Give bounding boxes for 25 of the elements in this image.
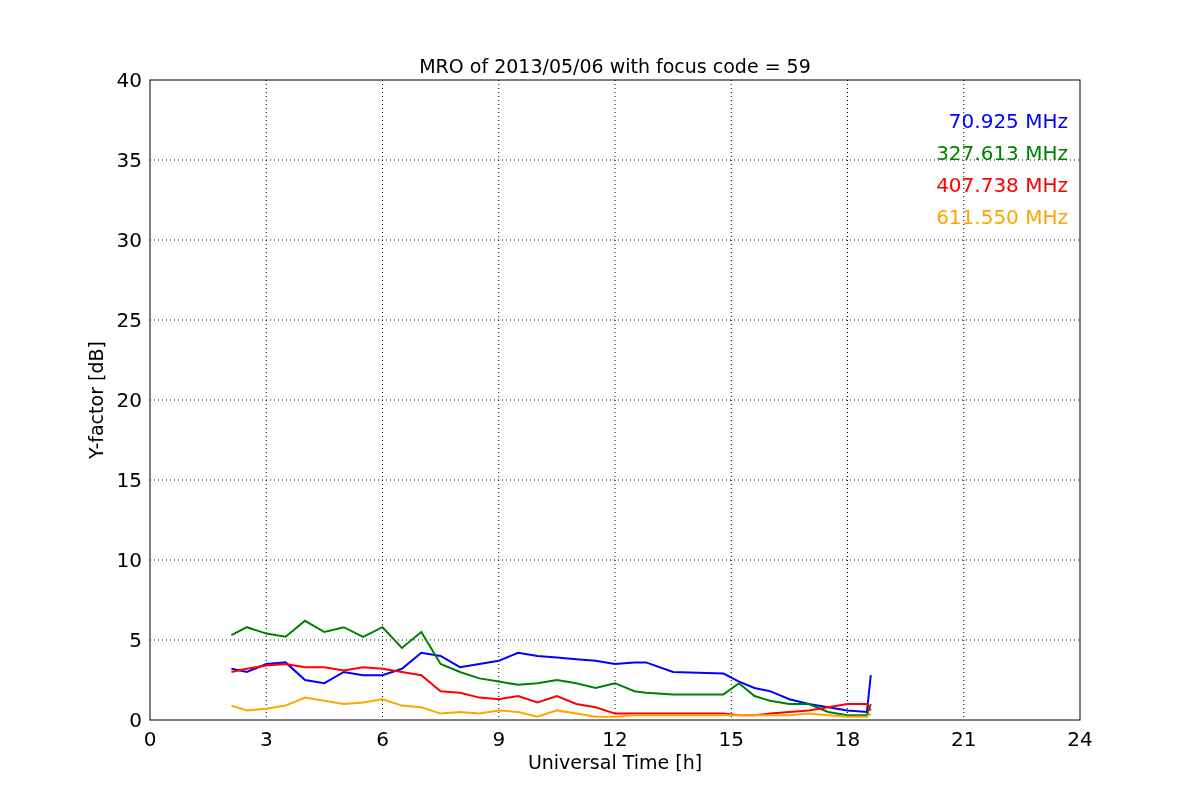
chart-title: MRO of 2013/05/06 with focus code = 59 [419, 55, 811, 77]
y-tick-label: 20 [116, 388, 142, 412]
x-tick-label: 21 [951, 727, 977, 751]
y-tick-label: 40 [116, 68, 142, 92]
x-tick-label: 3 [259, 727, 273, 751]
y-tick-label: 25 [116, 308, 142, 332]
x-tick-label: 9 [492, 727, 506, 751]
x-tick-label: 6 [376, 727, 389, 751]
y-tick-label: 15 [116, 468, 142, 492]
legend-label: 407.738 MHz [936, 173, 1068, 197]
y-tick-label: 10 [116, 548, 142, 572]
y-tick-label: 5 [129, 628, 142, 652]
x-tick-label: 12 [602, 727, 628, 751]
x-tick-label: 18 [834, 727, 861, 751]
y-tick-label: 35 [116, 148, 142, 172]
x-tick-label: 15 [718, 727, 744, 751]
legend-label: 70.925 MHz [948, 109, 1068, 133]
y-tick-label: 30 [116, 228, 142, 252]
legend-label: 611.550 MHz [936, 205, 1068, 229]
x-tick-label: 0 [143, 727, 157, 751]
y-axis-title: Y-factor [dB] [85, 341, 107, 459]
y-tick-label: 0 [129, 708, 142, 732]
x-axis-title: Universal Time [h] [527, 751, 703, 773]
x-tick-label: 24 [1067, 727, 1093, 751]
legend-label: 327.613 MHz [936, 141, 1068, 165]
